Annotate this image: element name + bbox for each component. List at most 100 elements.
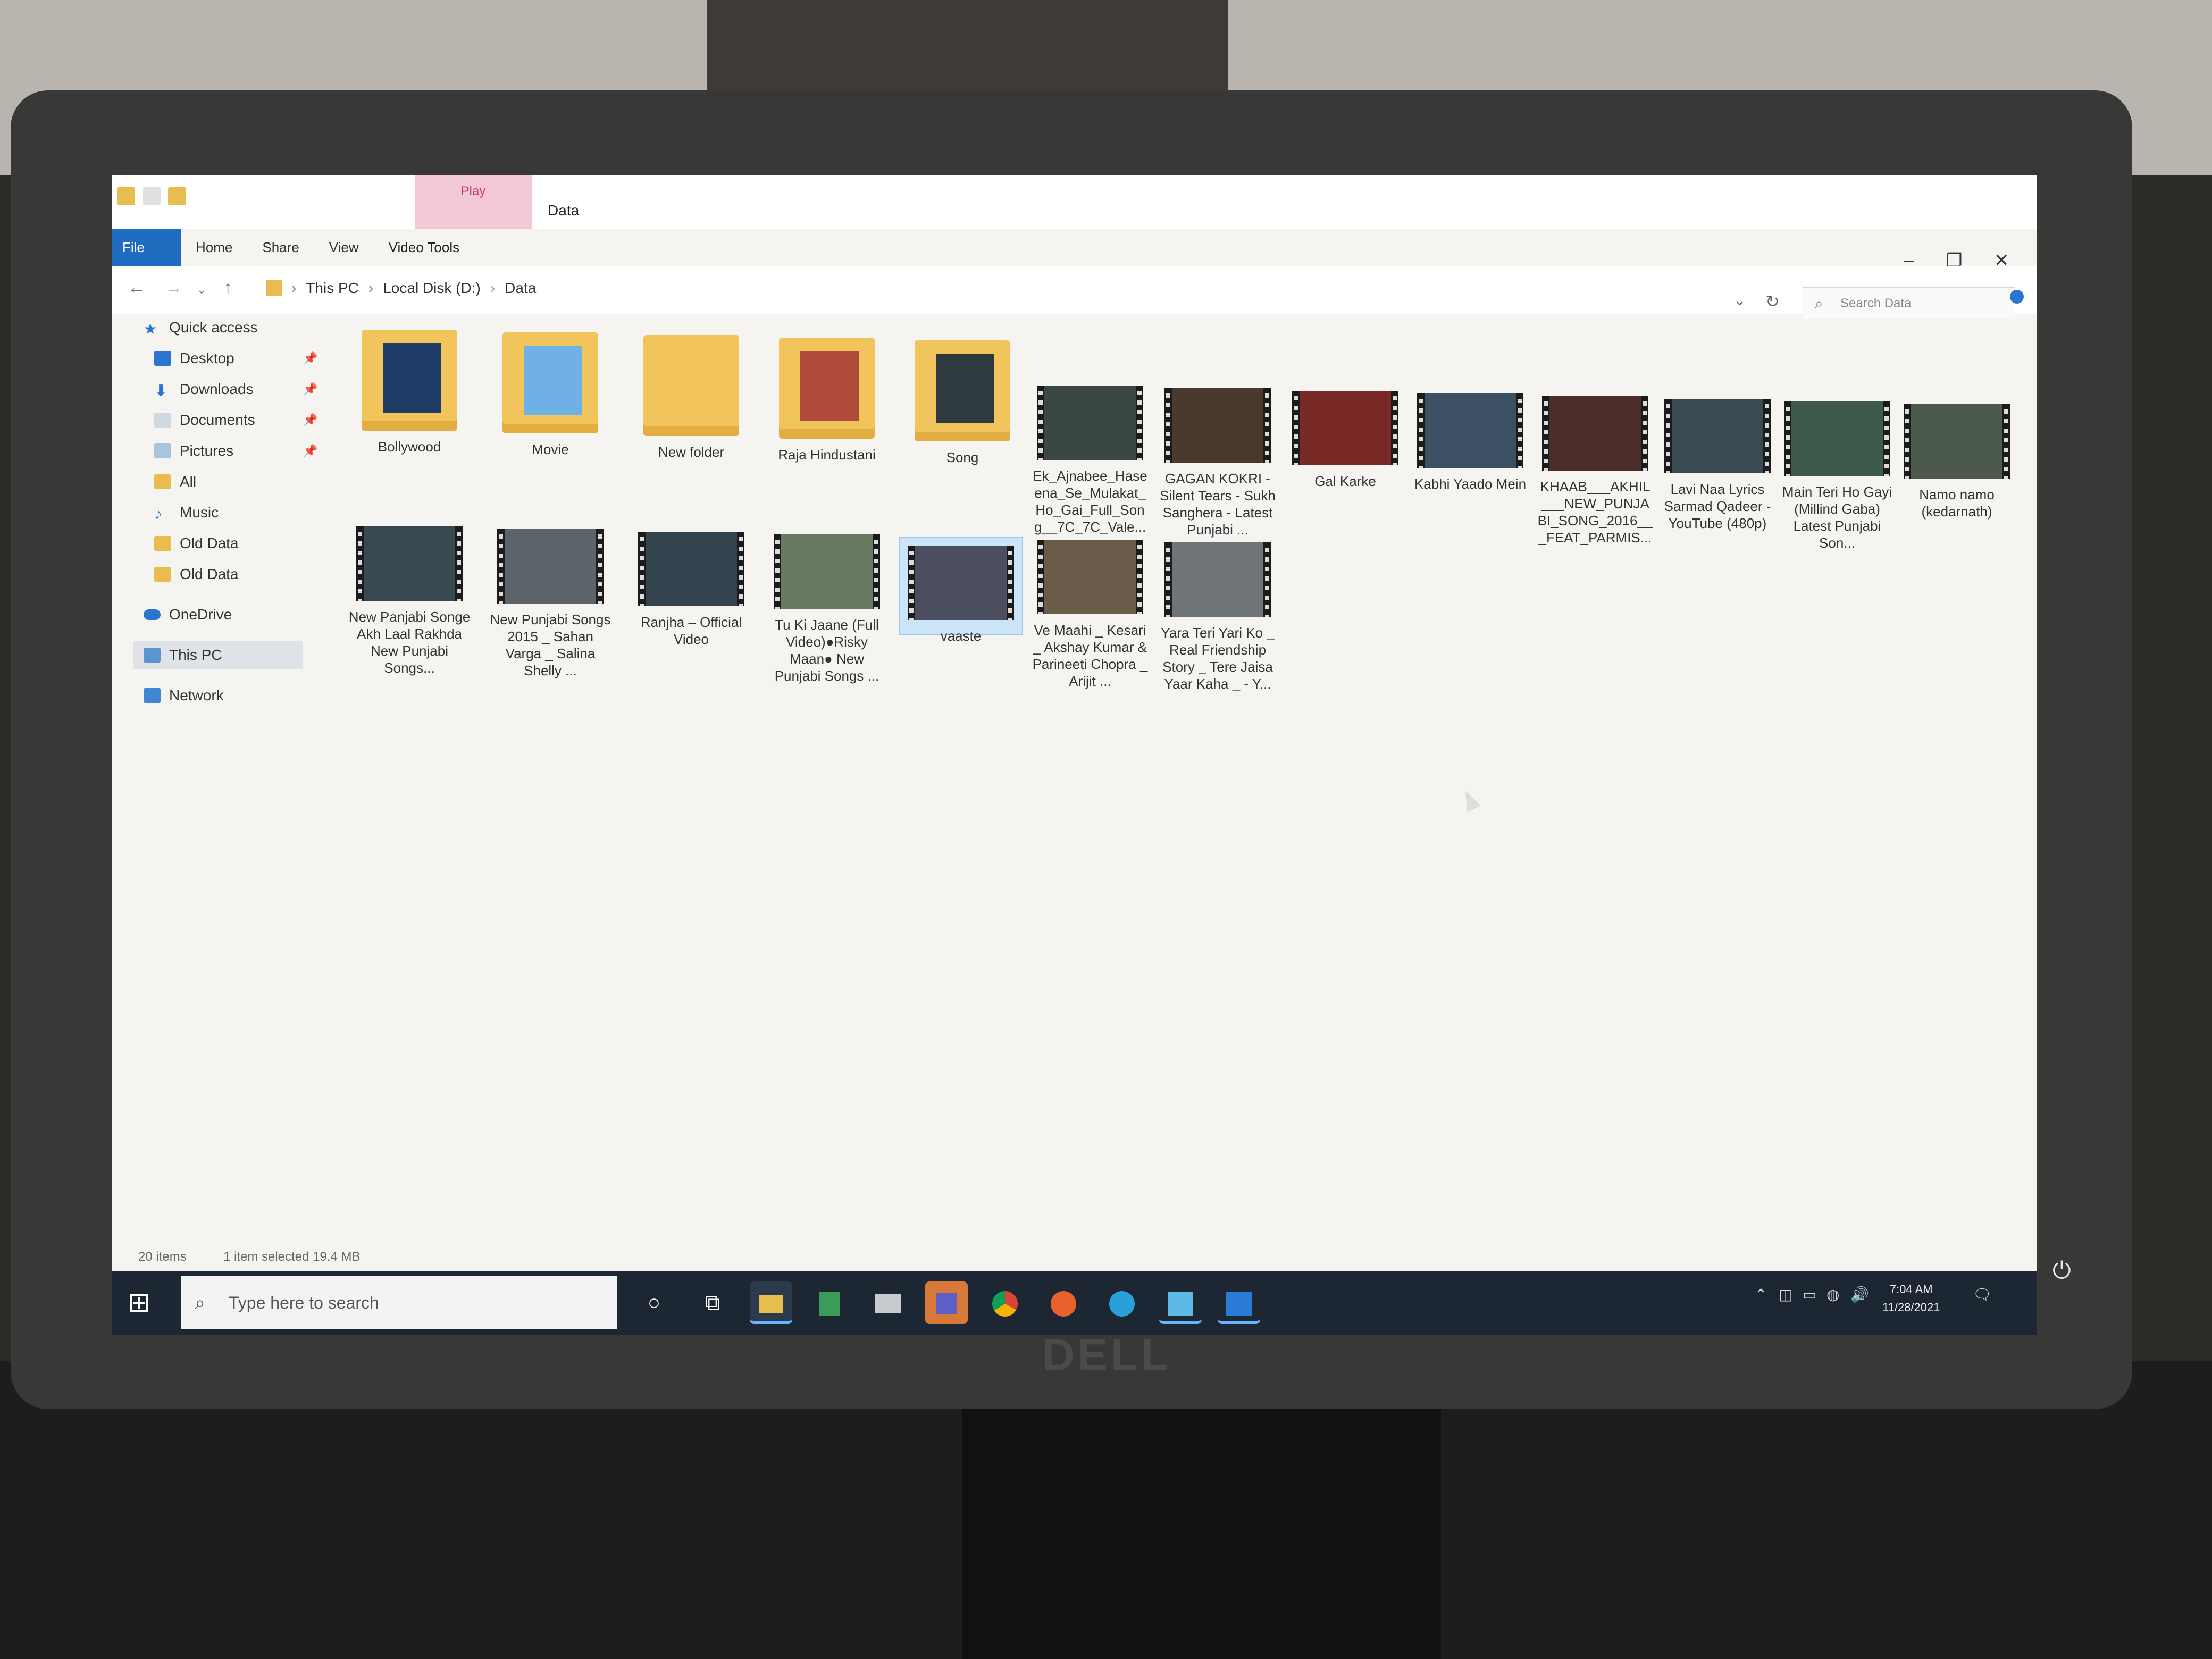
file-explorer-icon[interactable] (750, 1281, 792, 1324)
volume-icon[interactable]: 🔊 (1850, 1286, 1869, 1303)
file-name: Gal Karke (1314, 473, 1376, 489)
video-item[interactable]: Namo namo (kedarnath) (1896, 404, 2018, 520)
folder-item[interactable]: Bollywood (348, 330, 471, 455)
sidebar-item-all[interactable]: All (154, 473, 196, 490)
cortana-icon[interactable]: ○ (633, 1281, 675, 1324)
pin-icon[interactable]: 📌 (303, 413, 317, 427)
file-name: New Punjabi Songs 2015 _ Sahan Varga _ S… (490, 611, 611, 678)
pictures-app-icon[interactable] (867, 1281, 909, 1324)
meet-now-icon[interactable]: ◫ (1779, 1286, 1792, 1303)
video-item[interactable]: Ve Maahi _ Kesari _ Akshay Kumar & Parin… (1029, 540, 1151, 690)
video-item[interactable]: Yara Teri Yari Ko _ Real Friendship Stor… (1157, 542, 1279, 692)
address-row: ← → ⌄ ↑ › This PC › Local Disk (D:) › Da… (112, 266, 2037, 314)
file-name: vaaste (940, 628, 982, 644)
mouse-cursor-icon (1459, 787, 1481, 812)
sidebar-item-downloads[interactable]: ⬇ Downloads 📌 (154, 381, 317, 400)
video-item[interactable]: GAGAN KOKRI - Silent Tears - Sukh Sanghe… (1157, 388, 1279, 538)
sidebar-item-onedrive[interactable]: OneDrive (144, 606, 232, 623)
folder-item[interactable]: Raja Hindustani (766, 338, 888, 463)
taskbar-search-input[interactable]: ⌕ Type here to search (181, 1276, 617, 1329)
breadcrumb[interactable]: › This PC › Local Disk (D:) › Data (266, 280, 536, 297)
folder-item[interactable]: Movie (489, 332, 611, 458)
video-item[interactable]: New Punjabi Songs 2015 _ Sahan Varga _ S… (489, 529, 611, 679)
power-icon[interactable]: ⏻ (2052, 1258, 2071, 1284)
teams-icon[interactable] (925, 1281, 968, 1324)
tab-view[interactable]: View (314, 229, 374, 266)
video-item[interactable]: Gal Karke (1284, 391, 1406, 490)
windows-start-icon[interactable]: ⊞ (128, 1287, 151, 1319)
battery-icon[interactable]: ▭ (1803, 1286, 1816, 1303)
sidebar-item-music[interactable]: ♪ Music (154, 504, 219, 523)
search-input[interactable]: ⌕ Search Data (1803, 287, 2015, 319)
folder-item[interactable]: Song (901, 340, 1024, 466)
recent-locations-chevron-icon[interactable]: ⌄ (197, 283, 206, 297)
taskbar-clock[interactable]: 7:04 AM 11/28/2021 (1882, 1280, 1940, 1317)
pin-icon[interactable]: 📌 (303, 351, 317, 365)
folder-icon (643, 335, 739, 436)
tab-video-tools[interactable]: Video Tools (374, 229, 474, 266)
refresh-icon[interactable]: ↻ (1765, 291, 1780, 312)
tab-file[interactable]: File (112, 229, 181, 266)
search-icon: ⌕ (195, 1292, 206, 1313)
sidebar-item-pictures[interactable]: Pictures 📌 (154, 442, 317, 459)
back-arrow-icon[interactable]: ← (128, 278, 146, 298)
media-player-icon[interactable] (1218, 1281, 1260, 1324)
tab-home[interactable]: Home (181, 229, 247, 266)
file-name: New Panjabi Songe Akh Laal Rakhda New Pu… (348, 609, 471, 676)
sidebar-item-old-data-2[interactable]: Old Data (154, 566, 239, 583)
task-view-icon[interactable]: ⧉ (691, 1281, 734, 1324)
up-arrow-icon[interactable]: ↑ (223, 278, 232, 298)
sidebar-item-old-data[interactable]: Old Data (154, 535, 239, 552)
sidebar-item-network[interactable]: Network (144, 687, 224, 704)
properties-icon[interactable] (143, 187, 161, 205)
video-item[interactable]: Ranjha – Official Video (630, 532, 752, 648)
notification-icon[interactable]: 🗨 (1973, 1286, 1992, 1303)
folder-item[interactable]: New folder (630, 335, 752, 460)
video-item[interactable]: Ek_Ajnabee_Hase ena_Se_Mulakat_ Ho_Gai_F… (1029, 386, 1151, 535)
video-thumbnail (908, 546, 1014, 620)
file-name: Ve Maahi _ Kesari _ Akshay Kumar & Parin… (1032, 622, 1148, 689)
network-globe-icon[interactable]: ◍ (1826, 1286, 1839, 1303)
new-folder-icon[interactable] (168, 187, 186, 205)
sheet-app-icon[interactable] (808, 1281, 851, 1324)
edge-icon[interactable] (1101, 1281, 1143, 1324)
video-item[interactable]: Lavi Naa Lyrics Sarmad Qadeer - YouTube … (1656, 399, 1779, 532)
star-icon: ★ (144, 321, 157, 337)
video-item[interactable]: KHAAB___AKHIL ___NEW_PUNJA BI_SONG_2016_… (1534, 396, 1656, 546)
file-name: KHAAB___AKHIL ___NEW_PUNJA BI_SONG_2016_… (1537, 479, 1653, 546)
video-thumbnail (1417, 393, 1523, 468)
tab-share[interactable]: Share (247, 229, 314, 266)
video-thumbnail (1784, 401, 1890, 476)
search-icon: ⌕ (1815, 295, 1823, 312)
pictures-icon (154, 443, 171, 458)
snipping-app-icon[interactable] (1159, 1281, 1202, 1324)
video-item-selected[interactable]: vaaste (899, 537, 1023, 644)
video-item[interactable]: Main Teri Ho Gayi (Millind Gaba) Latest … (1776, 401, 1898, 551)
file-name: Movie (532, 441, 569, 457)
folder-icon (362, 330, 457, 431)
forward-arrow-icon[interactable]: → (165, 278, 183, 298)
folder-icon (154, 567, 171, 582)
file-name: Raja Hindustani (778, 447, 876, 463)
breadcrumb-data[interactable]: Data (505, 280, 536, 297)
firefox-icon[interactable] (1042, 1281, 1085, 1324)
clock-time: 7:04 AM (1889, 1283, 1933, 1296)
sidebar-item-documents[interactable]: Documents 📌 (154, 412, 317, 429)
pin-icon[interactable]: 📌 (303, 444, 317, 458)
video-item[interactable]: Kabhi Yaado Mein (1409, 393, 1531, 492)
breadcrumb-local-disk[interactable]: Local Disk (D:) (383, 280, 481, 297)
video-item[interactable]: New Panjabi Songe Akh Laal Rakhda New Pu… (348, 526, 471, 676)
chevron-up-icon[interactable]: ⌃ (1755, 1286, 1767, 1303)
file-name: Kabhi Yaado Mein (1414, 476, 1527, 492)
video-thumbnail (1292, 391, 1398, 465)
breadcrumb-this-pc[interactable]: This PC (306, 280, 359, 297)
video-item[interactable]: Tu Ki Jaane (Full Video)●Risky Maan● New… (766, 534, 888, 684)
sidebar-item-this-pc[interactable]: This PC (133, 641, 303, 669)
address-dropdown-icon[interactable]: ⌄ (1733, 291, 1746, 309)
pin-icon[interactable]: 📌 (303, 382, 317, 396)
help-icon[interactable] (2010, 290, 2024, 304)
chrome-icon[interactable] (984, 1281, 1026, 1324)
sidebar-item-desktop[interactable]: Desktop 📌 (154, 350, 317, 367)
sidebar-item-quick-access[interactable]: ★ Quick access (144, 319, 258, 337)
file-name: Lavi Naa Lyrics Sarmad Qadeer - YouTube … (1664, 481, 1771, 531)
